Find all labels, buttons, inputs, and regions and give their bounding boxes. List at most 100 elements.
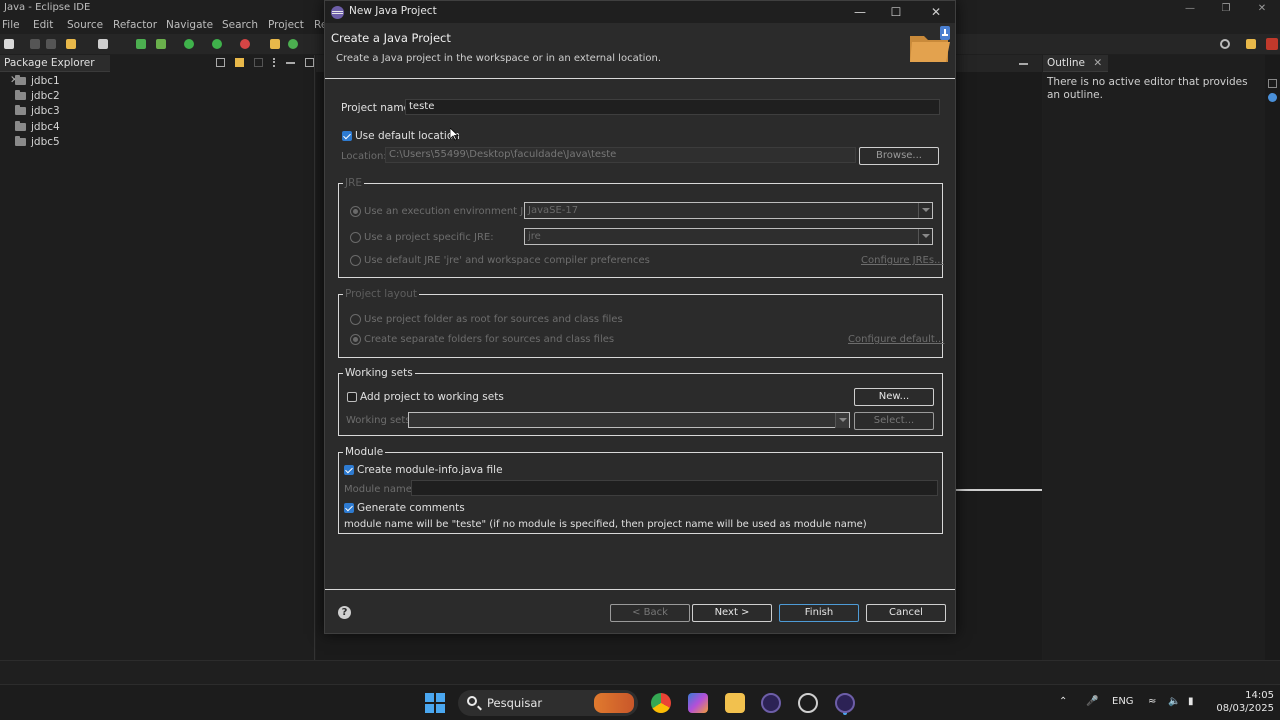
- mouse-cursor-icon: [450, 128, 459, 141]
- project-label: jdbc4: [31, 120, 60, 133]
- trim-icon[interactable]: [1268, 79, 1277, 88]
- default-jre-radio[interactable]: [350, 255, 361, 266]
- taskbar-clock[interactable]: 14:05 08/03/2025: [1208, 689, 1274, 715]
- java-perspective-icon[interactable]: [1266, 38, 1278, 50]
- generate-comments-checkbox[interactable]: [344, 503, 354, 513]
- tree-item[interactable]: jdbc3: [15, 103, 60, 118]
- module-name-input[interactable]: [411, 480, 938, 496]
- save-icon[interactable]: [30, 39, 40, 49]
- obs-icon[interactable]: [798, 693, 818, 713]
- right-trim-stack: [1265, 55, 1280, 660]
- menu-search[interactable]: Search: [222, 19, 258, 31]
- skip-breakpoints-icon[interactable]: [136, 39, 146, 49]
- close-icon[interactable]: ✕: [1093, 57, 1102, 69]
- menu-navigate[interactable]: Navigate: [166, 19, 213, 31]
- wizard-title: Create a Java Project: [331, 31, 451, 45]
- file-explorer-icon[interactable]: [725, 693, 745, 713]
- new-class-icon[interactable]: [288, 39, 298, 49]
- browse-button[interactable]: Browse...: [859, 147, 939, 165]
- taskbar-search[interactable]: Pesquisar: [458, 690, 638, 716]
- menu-file[interactable]: File: [2, 19, 20, 31]
- minimize-icon[interactable]: [1019, 63, 1028, 65]
- windows-taskbar: Pesquisar ⌃ 🎤 ENG ≈ 🔈 ▮ 14:05 08/03/2025: [0, 684, 1280, 720]
- menu-project[interactable]: Project: [268, 19, 304, 31]
- new-working-set-button[interactable]: New...: [854, 388, 934, 406]
- layout-separate-radio[interactable]: [350, 334, 361, 345]
- maximize-icon[interactable]: [305, 58, 314, 67]
- menu-source[interactable]: Source: [67, 19, 103, 31]
- location-input: C:\Users\55499\Desktop\faculdade\Java\te…: [385, 147, 856, 163]
- project-specific-jre-select[interactable]: jre: [524, 228, 933, 245]
- project-folder-icon: [15, 74, 26, 85]
- eclipse-taskbar-icon[interactable]: [761, 693, 781, 713]
- volume-icon[interactable]: 🔈: [1168, 696, 1180, 707]
- project-folder-icon: [15, 120, 26, 131]
- dialog-close-button[interactable]: ✕: [917, 1, 955, 23]
- create-module-info-checkbox[interactable]: [344, 465, 354, 475]
- ide-restore-button[interactable]: ❐: [1208, 0, 1244, 17]
- wifi-icon[interactable]: ≈: [1148, 696, 1156, 707]
- select-working-sets-button[interactable]: Select...: [854, 412, 934, 430]
- project-label: jdbc5: [31, 135, 60, 148]
- project-specific-jre-radio[interactable]: [350, 232, 361, 243]
- minimize-icon[interactable]: [286, 62, 295, 64]
- outline-view: Outline ✕ There is no active editor that…: [1043, 55, 1265, 660]
- view-menu-icon[interactable]: [273, 58, 276, 67]
- trim-icon[interactable]: [1268, 93, 1277, 102]
- package-explorer-tab[interactable]: Package Explorer ✕: [0, 55, 110, 86]
- windows-start-icon[interactable]: [425, 693, 445, 713]
- chevron-up-icon[interactable]: ⌃: [1059, 696, 1067, 707]
- add-to-working-sets-checkbox[interactable]: [347, 392, 357, 402]
- open-perspective-icon[interactable]: [1246, 39, 1256, 49]
- tree-item[interactable]: jdbc2: [15, 88, 60, 103]
- debug-icon[interactable]: [156, 39, 166, 49]
- dialog-maximize-button[interactable]: ☐: [877, 1, 915, 23]
- ide-status-bar: [0, 660, 1280, 684]
- ide-close-button[interactable]: ✕: [1244, 0, 1280, 17]
- project-folder-icon: [15, 135, 26, 146]
- working-sets-group: Working sets Add project to working sets…: [338, 367, 943, 436]
- new-icon[interactable]: [4, 39, 14, 49]
- next-button[interactable]: Next >: [692, 604, 772, 622]
- link-editor-icon[interactable]: [235, 58, 244, 67]
- back-button[interactable]: < Back: [610, 604, 690, 622]
- menu-edit[interactable]: Edit: [33, 19, 53, 31]
- add-to-working-sets-label[interactable]: Add project to working sets: [360, 391, 504, 403]
- microphone-icon[interactable]: 🎤: [1086, 696, 1098, 707]
- exec-env-radio[interactable]: [350, 206, 361, 217]
- language-indicator[interactable]: ENG: [1112, 696, 1134, 707]
- external-tools-icon[interactable]: [240, 39, 250, 49]
- tree-item[interactable]: jdbc1: [15, 73, 60, 88]
- finish-button[interactable]: Finish: [779, 604, 859, 622]
- create-module-info-label[interactable]: Create module-info.java file: [357, 464, 503, 476]
- undo-icon[interactable]: [66, 39, 76, 49]
- use-default-location-label[interactable]: Use default location: [355, 130, 460, 142]
- run-icon[interactable]: [184, 39, 194, 49]
- battery-icon[interactable]: ▮: [1188, 696, 1194, 707]
- use-default-location-checkbox[interactable]: [342, 131, 352, 141]
- eclipse-active-icon[interactable]: [835, 693, 855, 713]
- search-icon[interactable]: [1220, 39, 1230, 49]
- generate-comments-label[interactable]: Generate comments: [357, 502, 465, 514]
- help-icon[interactable]: ?: [338, 606, 351, 619]
- copilot-icon[interactable]: [688, 693, 708, 713]
- filter-icon[interactable]: [254, 58, 263, 67]
- save-all-icon[interactable]: [46, 39, 56, 49]
- ide-minimize-button[interactable]: —: [1172, 0, 1208, 17]
- configure-jres-link[interactable]: Configure JREs...: [861, 255, 944, 266]
- new-package-icon[interactable]: [270, 39, 280, 49]
- outline-tab[interactable]: Outline ✕: [1043, 55, 1108, 72]
- project-name-input[interactable]: teste: [405, 99, 940, 115]
- menu-refactor[interactable]: Refactor: [113, 19, 157, 31]
- chrome-icon[interactable]: [651, 693, 671, 713]
- tree-item[interactable]: jdbc4: [15, 119, 60, 134]
- tree-item[interactable]: jdbc5: [15, 134, 60, 149]
- layout-root-radio[interactable]: [350, 314, 361, 325]
- terminal-icon[interactable]: [98, 39, 108, 49]
- collapse-all-icon[interactable]: [216, 58, 225, 67]
- coverage-icon[interactable]: [212, 39, 222, 49]
- cancel-button[interactable]: Cancel: [866, 604, 946, 622]
- exec-env-select[interactable]: JavaSE-17: [524, 202, 933, 219]
- configure-default-link[interactable]: Configure default...: [848, 334, 944, 345]
- dialog-minimize-button[interactable]: —: [841, 1, 879, 23]
